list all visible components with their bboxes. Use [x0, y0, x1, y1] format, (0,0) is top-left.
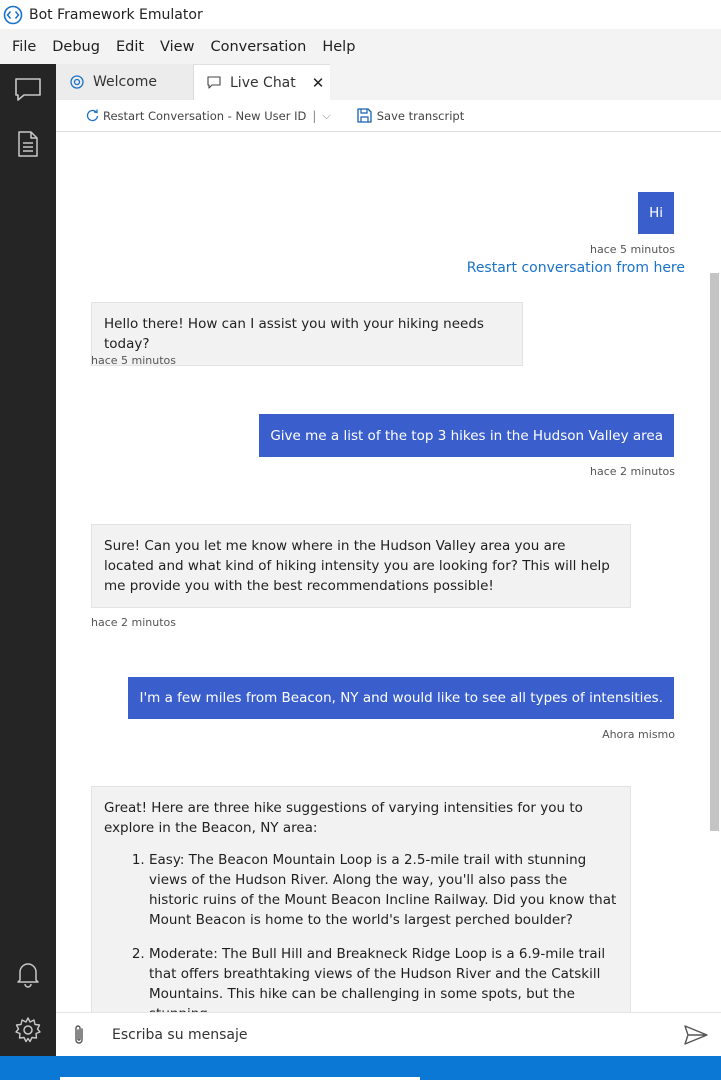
title-bar: Bot Framework Emulator: [0, 0, 721, 29]
settings-button[interactable]: [12, 1014, 44, 1046]
chat-transcript[interactable]: Hi hace 5 minutos Restart conversation f…: [56, 132, 708, 1012]
tab-welcome-label: Welcome: [93, 74, 158, 90]
message-input[interactable]: [112, 1026, 652, 1043]
menu-file[interactable]: File: [4, 39, 44, 55]
tab-live-chat[interactable]: Live Chat ✕: [194, 64, 330, 100]
scrollbar-thumb[interactable]: [710, 273, 719, 831]
menu-conversation[interactable]: Conversation: [202, 39, 314, 55]
hike-list: Easy: The Beacon Mountain Loop is a 2.5-…: [104, 850, 618, 1012]
user-message: Give me a list of the top 3 hikes in the…: [259, 414, 674, 457]
list-item: Moderate: The Bull Hill and Breakneck Ri…: [149, 944, 618, 1012]
emulator-logo-icon: [3, 5, 23, 24]
message-timestamp: hace 5 minutos: [589, 243, 675, 256]
message-timestamp: hace 5 minutos: [91, 354, 177, 367]
chat-bubble-icon: [15, 78, 41, 101]
toolbar-divider: |: [312, 108, 317, 123]
conversation-toolbar: Restart Conversation - New User ID | ⌵ S…: [56, 100, 721, 132]
menu-bar: File Debug Edit View Conversation Help: [0, 29, 721, 64]
restart-conversation-label: Restart Conversation - New User ID: [103, 108, 307, 123]
window-title: Bot Framework Emulator: [29, 6, 203, 23]
restart-conversation-link[interactable]: Restart conversation from here: [467, 260, 685, 276]
menu-help[interactable]: Help: [314, 39, 363, 55]
menu-edit[interactable]: Edit: [108, 39, 152, 55]
bot-message: Great! Here are three hike suggestions o…: [91, 786, 631, 1012]
gear-icon: [15, 1017, 41, 1043]
message-timestamp: hace 2 minutos: [589, 465, 675, 478]
bell-icon: [17, 963, 39, 988]
message-timestamp: Ahora mismo: [602, 728, 675, 741]
notifications-button[interactable]: [12, 958, 44, 990]
message-timestamp: hace 2 minutos: [91, 616, 177, 629]
list-item: Easy: The Beacon Mountain Loop is a 2.5-…: [149, 850, 618, 930]
user-message: I'm a few miles from Beacon, NY and woul…: [128, 677, 674, 719]
save-transcript-label: Save transcript: [376, 108, 465, 123]
bot-message-intro: Great! Here are three hike suggestions o…: [104, 800, 583, 836]
status-bar: [0, 1056, 721, 1080]
send-icon[interactable]: [683, 1024, 709, 1046]
chevron-down-icon[interactable]: ⌵: [322, 109, 330, 123]
menu-view[interactable]: View: [152, 39, 202, 55]
save-transcript-button[interactable]: Save transcript: [357, 108, 465, 123]
close-icon[interactable]: ✕: [312, 74, 325, 92]
tab-bar: Welcome Live Chat ✕: [56, 64, 721, 100]
chat-nav-button[interactable]: [12, 74, 44, 106]
save-icon: [357, 108, 372, 123]
bot-message: Sure! Can you let me know where in the H…: [91, 524, 631, 608]
restart-conversation-button[interactable]: Restart Conversation - New User ID: [86, 109, 306, 123]
restart-icon: [86, 109, 99, 122]
emulator-icon: [70, 75, 84, 89]
tab-welcome[interactable]: Welcome: [56, 64, 194, 100]
message-input-bar: [56, 1012, 721, 1056]
paperclip-icon[interactable]: [70, 1023, 88, 1047]
document-nav-button[interactable]: [12, 128, 44, 160]
chat-icon: [207, 75, 221, 89]
menu-debug[interactable]: Debug: [44, 39, 108, 55]
activity-bar: [0, 64, 56, 1056]
document-icon: [18, 131, 38, 157]
tab-live-chat-label: Live Chat: [230, 74, 296, 91]
user-message: Hi: [638, 192, 674, 234]
